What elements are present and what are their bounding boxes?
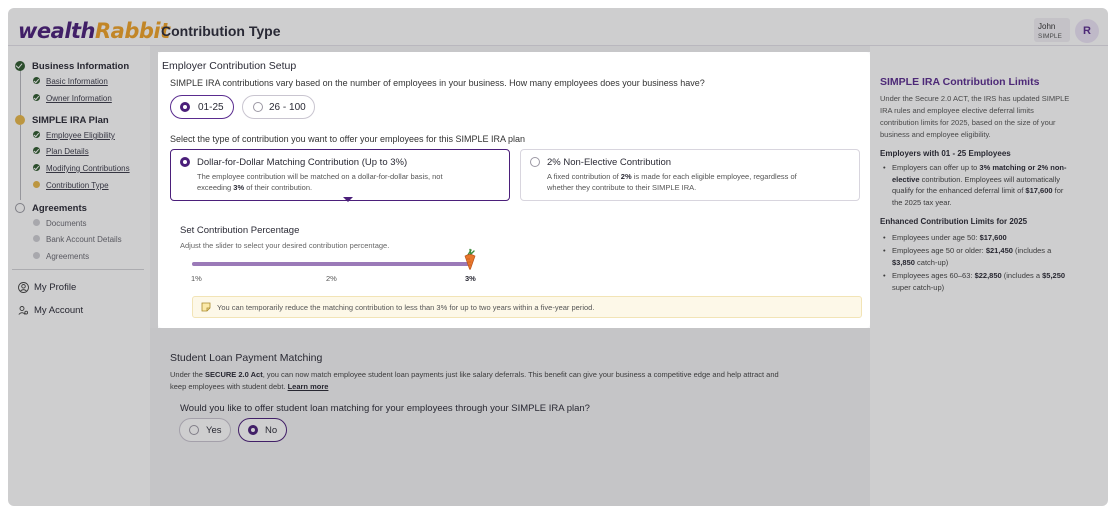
sidebar-divider xyxy=(12,269,144,270)
radio-selected-icon xyxy=(180,102,190,112)
stepper-line xyxy=(20,68,21,116)
page-title: Contribution Type xyxy=(161,23,281,39)
student-loan-question: Would you like to offer student loan mat… xyxy=(180,403,590,414)
matching-contribution-option[interactable]: Dollar-for-Dollar Matching Contribution … xyxy=(170,149,510,201)
non-elective-contribution-option[interactable]: 2% Non-Elective Contribution A fixed con… xyxy=(520,149,860,201)
sidebar-item-contribution-type[interactable]: Contribution Type xyxy=(46,181,109,190)
info-bullet: Employees ages 60–63: $22,850 (includes … xyxy=(883,270,1104,293)
option-description: A fixed contribution of 2% is made for e… xyxy=(547,172,797,181)
check-circle-icon xyxy=(33,164,40,171)
contribution-slider-panel: Set Contribution Percentage Adjust the s… xyxy=(170,212,862,328)
radio-empty-icon xyxy=(253,102,263,112)
info-intro: Under the Secure 2.0 ACT, the IRS has up… xyxy=(880,94,1070,139)
radio-empty-icon xyxy=(530,157,540,167)
radio-selected-icon xyxy=(180,157,190,167)
app-window: wealthRabbit Contribution Type John SIMP… xyxy=(8,8,1108,506)
option-title: Dollar-for-Dollar Matching Contribution … xyxy=(197,157,408,168)
current-step-icon xyxy=(15,115,25,125)
student-loan-no-radio[interactable]: No xyxy=(238,418,287,442)
option-description: whether they contribute to their SIMPLE … xyxy=(547,183,697,192)
pending-step-icon xyxy=(33,235,40,242)
top-header: wealthRabbit Contribution Type John SIMP… xyxy=(8,8,1108,46)
check-circle-icon xyxy=(33,77,40,84)
option-title: 2% Non-Elective Contribution xyxy=(547,157,672,168)
contribution-limits-panel: SIMPLE IRA Contribution Limits Under the… xyxy=(870,46,1108,506)
radio-label: No xyxy=(265,425,278,436)
sidebar-item-basic-information[interactable]: Basic Information xyxy=(46,77,108,86)
sidebar-item-agreements[interactable]: Agreements xyxy=(46,252,89,261)
sidebar: Business Information Basic Information O… xyxy=(8,46,150,506)
slider-tick-label: 2% xyxy=(326,274,337,283)
note-icon xyxy=(201,302,211,312)
selected-option-pointer xyxy=(343,197,353,202)
student-loan-description: Under the SECURE 2.0 Act, you can now ma… xyxy=(170,370,779,379)
account-icon xyxy=(18,306,29,315)
sidebar-item-my-profile[interactable]: My Profile xyxy=(34,282,76,293)
employees-01-25-radio[interactable]: 01-25 xyxy=(170,95,234,119)
radio-label: 26 - 100 xyxy=(269,102,306,113)
sidebar-item-owner-information[interactable]: Owner Information xyxy=(46,94,112,103)
radio-selected-icon xyxy=(248,425,258,435)
check-circle-icon xyxy=(33,147,40,154)
section-title: Employer Contribution Setup xyxy=(162,60,297,72)
student-loan-title: Student Loan Payment Matching xyxy=(170,352,323,364)
slider-hint: Adjust the slider to select your desired… xyxy=(180,241,390,250)
radio-label: 01-25 xyxy=(198,102,224,113)
employees-26-100-radio[interactable]: 26 - 100 xyxy=(242,95,315,119)
note-text: You can temporarily reduce the matching … xyxy=(217,303,595,312)
contribution-note: You can temporarily reduce the matching … xyxy=(192,296,862,318)
student-loan-description: keep employees with student debt. Learn … xyxy=(170,382,329,391)
wealthrabbit-logo[interactable]: wealthRabbit xyxy=(18,19,170,43)
info-bullet: Employers can offer up to 3% matching or… xyxy=(883,162,1104,208)
sidebar-item-my-account[interactable]: My Account xyxy=(34,305,83,316)
contribution-slider-fill xyxy=(192,262,470,266)
employer-contribution-card: Employer Contribution Setup SIMPLE IRA c… xyxy=(158,52,870,328)
info-bullet: Employees age 50 or older: $21,450 (incl… xyxy=(883,245,1104,268)
info-heading-01-25: Employers with 01 - 25 Employees xyxy=(880,149,1011,158)
sidebar-item-plan-details[interactable]: Plan Details xyxy=(46,147,89,156)
slider-tick-label: 1% xyxy=(191,274,202,283)
sidebar-section-agreements[interactable]: Agreements xyxy=(32,203,87,214)
info-title: SIMPLE IRA Contribution Limits xyxy=(880,76,1040,88)
pending-step-icon xyxy=(33,252,40,259)
user-plan: SIMPLE xyxy=(1038,33,1062,40)
sidebar-item-documents[interactable]: Documents xyxy=(46,219,86,228)
learn-more-link[interactable]: Learn more xyxy=(288,382,329,391)
radio-empty-icon xyxy=(189,425,199,435)
info-heading-enhanced-limits: Enhanced Contribution Limits for 2025 xyxy=(880,217,1028,226)
slider-tick-label: 3% xyxy=(465,274,476,283)
avatar[interactable]: R xyxy=(1075,19,1099,43)
check-circle-icon xyxy=(33,131,40,138)
sidebar-item-modifying-contributions[interactable]: Modifying Contributions xyxy=(46,164,130,173)
profile-icon xyxy=(18,282,29,293)
sidebar-section-ira-plan[interactable]: SIMPLE IRA Plan xyxy=(32,115,109,126)
employee-count-question: SIMPLE IRA contributions vary based on t… xyxy=(170,78,705,88)
sidebar-item-bank-account-details[interactable]: Bank Account Details xyxy=(46,235,122,244)
info-bullet: Employees under age 50: $17,600 xyxy=(883,232,1104,244)
pending-step-icon xyxy=(33,219,40,226)
sidebar-item-employee-eligibility[interactable]: Employee Eligibility xyxy=(46,131,115,140)
check-circle-icon xyxy=(33,94,40,101)
stepper-line xyxy=(20,125,21,200)
student-loan-yes-radio[interactable]: Yes xyxy=(179,418,231,442)
check-circle-icon xyxy=(15,61,25,71)
slider-title: Set Contribution Percentage xyxy=(180,225,300,236)
main-content: Employer Contribution Setup SIMPLE IRA c… xyxy=(150,46,870,506)
option-description: The employee contribution will be matche… xyxy=(197,172,443,181)
pending-step-icon xyxy=(15,203,25,213)
radio-label: Yes xyxy=(206,425,222,436)
sidebar-section-business[interactable]: Business Information xyxy=(32,61,129,72)
option-description: exceeding 3% of their contribution. xyxy=(197,183,313,192)
user-name: John xyxy=(1038,22,1056,31)
contribution-slider-track[interactable] xyxy=(192,262,470,266)
contribution-type-prompt: Select the type of contribution you want… xyxy=(170,134,526,144)
current-step-icon xyxy=(33,181,40,188)
carrot-slider-thumb-icon[interactable] xyxy=(462,248,478,270)
student-loan-section: Student Loan Payment Matching Under the … xyxy=(150,328,870,506)
